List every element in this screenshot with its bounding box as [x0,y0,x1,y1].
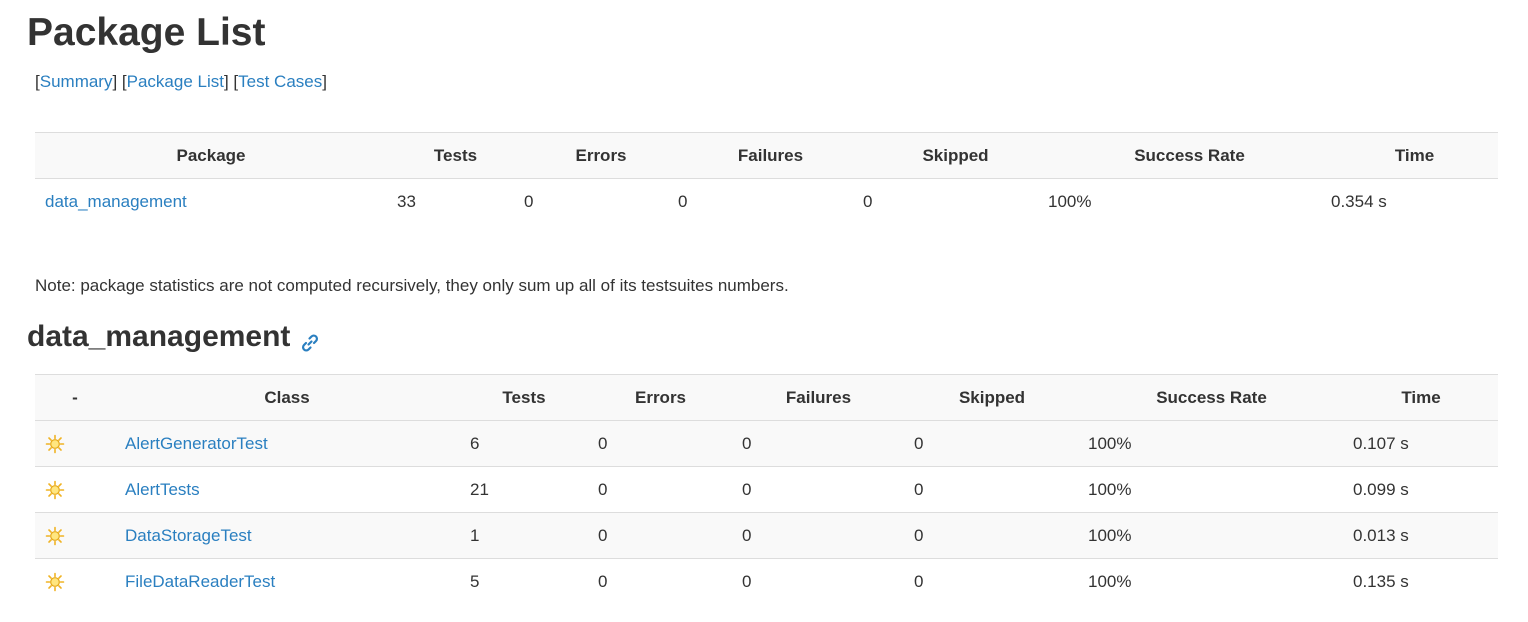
table-row: AlertGeneratorTest 6 0 0 0 100% 0.107 s [35,420,1498,467]
nav-summary-link[interactable]: Summary [40,72,113,91]
sun-success-icon [45,526,65,546]
class-link[interactable]: AlertGeneratorTest [125,434,268,453]
col-header-status: - [35,374,115,421]
cell-skipped: 0 [905,558,1079,604]
class-link[interactable]: FileDataReaderTest [125,572,275,591]
col-header-failures: Failures [732,374,905,421]
class-link[interactable]: AlertTests [125,480,200,499]
cell-tests: 21 [459,466,589,513]
class-table-header: - Class Tests Errors Failures Skipped Su… [35,374,1498,421]
table-row: FileDataReaderTest 5 0 0 0 100% 0.135 s [35,558,1498,604]
cell-time: 0.013 s [1344,512,1498,559]
col-header-success-rate: Success Rate [1048,132,1331,179]
class-table: - Class Tests Errors Failures Skipped Su… [35,374,1498,604]
cell-errors: 0 [589,512,732,559]
section-title-text: data_management [27,320,291,353]
class-link[interactable]: DataStorageTest [125,526,252,545]
col-header-errors: Errors [524,132,678,179]
cell-skipped: 0 [905,466,1079,513]
cell-tests: 5 [459,558,589,604]
col-header-skipped: Skipped [863,132,1048,179]
col-header-time: Time [1331,132,1498,179]
cell-errors: 0 [524,191,534,211]
link-icon[interactable] [300,325,320,352]
col-header-skipped: Skipped [905,374,1079,421]
cell-tests: 1 [459,512,589,559]
note-text: Note: package statistics are not compute… [35,276,789,295]
cell-success-rate: 100% [1079,512,1344,559]
cell-tests: 33 [397,191,416,211]
table-row: data_management 33 0 0 0 100% 0.354 s [35,179,1498,225]
cell-time: 0.107 s [1344,420,1498,467]
table-row: AlertTests 21 0 0 0 100% 0.099 s [35,466,1498,513]
cell-success-rate: 100% [1079,466,1344,513]
nav-links: [Summary] [Package List] [Test Cases] [35,72,327,91]
cell-errors: 0 [589,466,732,513]
page-title: Package List [27,11,266,54]
page: Package List [Summary] [Package List] [T… [0,0,1528,622]
cell-success-rate: 100% [1079,558,1344,604]
col-header-tests: Tests [387,132,524,179]
cell-failures: 0 [678,191,688,211]
cell-errors: 0 [589,420,732,467]
sun-success-icon [45,572,65,592]
col-header-success-rate: Success Rate [1079,374,1344,421]
cell-skipped: 0 [863,191,873,211]
nav-test-cases-link[interactable]: Test Cases [238,72,322,91]
cell-failures: 0 [732,420,905,467]
nav-package-list-link[interactable]: Package List [127,72,224,91]
section-title: data_management [27,318,320,356]
package-table-header: Package Tests Errors Failures Skipped Su… [35,132,1498,179]
cell-time: 0.135 s [1344,558,1498,604]
cell-success-rate: 100% [1048,191,1092,211]
col-header-tests: Tests [459,374,589,421]
sun-success-icon [45,434,65,454]
sun-success-icon [45,480,65,500]
cell-failures: 0 [732,512,905,559]
cell-tests: 6 [459,420,589,467]
cell-skipped: 0 [905,420,1079,467]
col-header-package: Package [35,132,387,179]
cell-time: 0.354 s [1331,191,1387,211]
col-header-time: Time [1344,374,1498,421]
col-header-errors: Errors [589,374,732,421]
cell-success-rate: 100% [1079,420,1344,467]
cell-failures: 0 [732,466,905,513]
col-header-class: Class [115,374,459,421]
table-row: DataStorageTest 1 0 0 0 100% 0.013 s [35,512,1498,559]
cell-errors: 0 [589,558,732,604]
cell-failures: 0 [732,558,905,604]
package-table: Package Tests Errors Failures Skipped Su… [35,132,1498,224]
package-link[interactable]: data_management [45,192,187,211]
cell-time: 0.099 s [1344,466,1498,513]
col-header-failures: Failures [678,132,863,179]
cell-skipped: 0 [905,512,1079,559]
